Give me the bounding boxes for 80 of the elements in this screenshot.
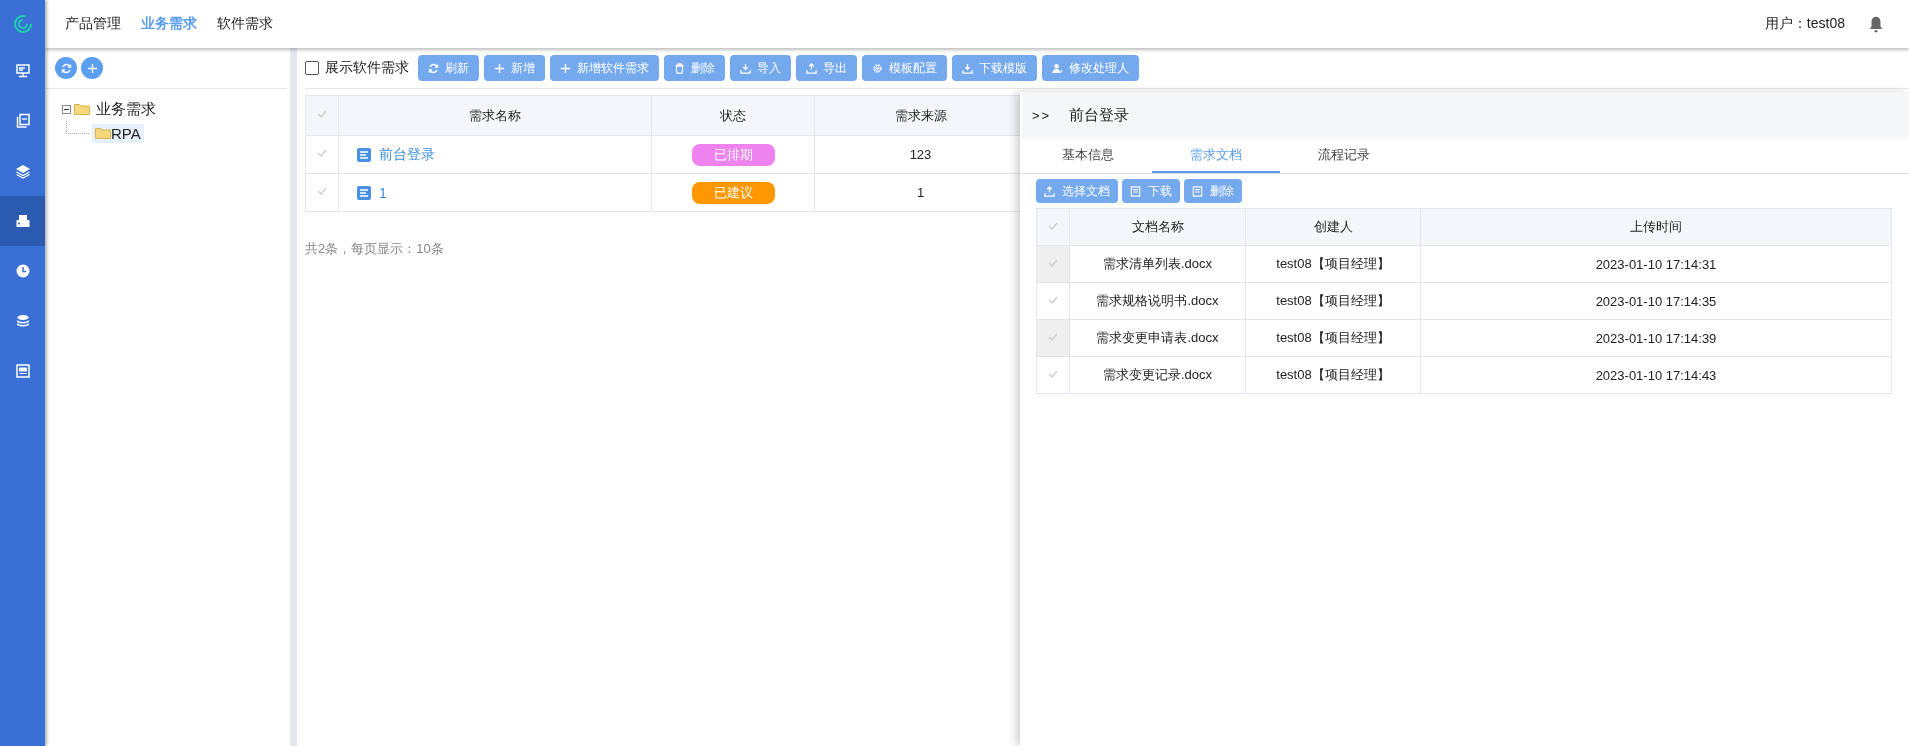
status-badge: 已建议 [691, 181, 775, 204]
check-icon[interactable] [316, 108, 328, 120]
toolbar-button[interactable]: 模板配置 [862, 55, 947, 81]
table-cell: 需求清单列表.docx [1069, 245, 1246, 283]
table-cell: 需求规格说明书.docx [1069, 282, 1246, 320]
folder-icon [95, 127, 111, 139]
table-cell: 需求变更申请表.docx [1069, 319, 1246, 357]
column-header: 上传时间 [1420, 208, 1892, 246]
table-cell: 2023-01-10 17:14:43 [1420, 356, 1892, 394]
table-cell: 2023-01-10 17:14:39 [1420, 319, 1892, 357]
bell-icon[interactable] [1867, 15, 1885, 33]
toolbar-button[interactable]: 下载 [1122, 179, 1180, 203]
table-cell: 2023-01-10 17:14:35 [1420, 282, 1892, 320]
sidebar-item[interactable] [0, 196, 45, 246]
layers-icon [14, 163, 31, 179]
check-icon[interactable] [316, 147, 328, 159]
toolbar-button[interactable]: 修改处理人 [1042, 55, 1139, 81]
requirement-link[interactable]: 1 [379, 184, 387, 201]
tree-item[interactable]: 业务需求 [93, 98, 159, 120]
user-edit-icon [1052, 62, 1063, 74]
column-header: 需求名称 [338, 95, 652, 136]
table-cell: test08【项目经理】 [1245, 356, 1421, 394]
table-cell: test08【项目经理】 [1245, 245, 1421, 283]
folder-icon [74, 103, 90, 115]
nav-tab[interactable]: 业务需求 [131, 15, 207, 33]
documents-icon [14, 113, 31, 129]
table-cell: test08【项目经理】 [1245, 319, 1421, 357]
panel-title: 前台登录 [1069, 106, 1130, 125]
nav-tab[interactable]: 产品管理 [55, 15, 131, 33]
plus-icon [560, 62, 571, 74]
tab[interactable]: 流程记录 [1280, 139, 1408, 173]
tab[interactable]: 基本信息 [1024, 139, 1152, 173]
user-label: 用户：test08 [1764, 15, 1845, 33]
refresh-button[interactable] [55, 57, 77, 79]
upload-icon [806, 62, 817, 74]
requirement-link[interactable]: 前台登录 [379, 145, 435, 162]
toolbar-button[interactable]: 删除 [664, 55, 725, 81]
check-icon[interactable] [316, 185, 328, 197]
trash-icon [674, 62, 685, 74]
document-icon [357, 185, 371, 200]
toolbar-button[interactable]: 导入 [730, 55, 791, 81]
nav-tab[interactable]: 软件需求 [207, 15, 283, 33]
column-header: 状态 [651, 95, 815, 136]
column-header: 文档名称 [1069, 208, 1246, 246]
add-button[interactable] [81, 57, 103, 79]
gear-icon [872, 62, 883, 74]
upload-icon [1044, 185, 1055, 197]
collapse-button[interactable]: >> [1032, 108, 1052, 123]
download-icon [962, 62, 973, 74]
toolbar-button[interactable]: 新增 [484, 55, 545, 81]
inbox-icon [14, 213, 31, 229]
database-icon [14, 313, 31, 329]
toolbar-button[interactable]: 下载模版 [952, 55, 1037, 81]
card-icon [14, 363, 31, 379]
status-badge: 已排期 [691, 143, 775, 166]
refresh-icon [428, 62, 439, 74]
refresh-icon [60, 62, 72, 74]
table-cell: 2023-01-10 17:14:31 [1420, 245, 1892, 283]
plus-icon [86, 62, 98, 74]
table-cell: 需求变更记录.docx [1069, 356, 1246, 394]
toolbar-button[interactable]: 选择文档 [1036, 179, 1118, 203]
document-icon [357, 147, 371, 162]
toolbar-button[interactable]: 删除 [1184, 179, 1242, 203]
toolbar-button[interactable]: 新增软件需求 [550, 55, 659, 81]
download-icon [740, 62, 751, 74]
tab[interactable]: 需求文档 [1152, 139, 1280, 173]
tree-item[interactable]: RPA [92, 123, 144, 143]
plus-icon [494, 62, 505, 74]
pagination-text: 共2条，每页显示：10条 [305, 240, 445, 258]
collapse-icon[interactable] [62, 104, 71, 114]
document-icon [1192, 185, 1203, 197]
toolbar-button[interactable]: 导出 [796, 55, 857, 81]
document-icon [1130, 185, 1141, 197]
column-header: 创建人 [1245, 208, 1421, 246]
logo-icon [12, 14, 33, 34]
show-software-checkbox[interactable]: 展示软件需求 [305, 59, 409, 77]
toolbar-button[interactable]: 刷新 [418, 55, 479, 81]
monitor-icon [14, 63, 31, 79]
table-cell: test08【项目经理】 [1245, 282, 1421, 320]
clock-icon [14, 263, 31, 279]
